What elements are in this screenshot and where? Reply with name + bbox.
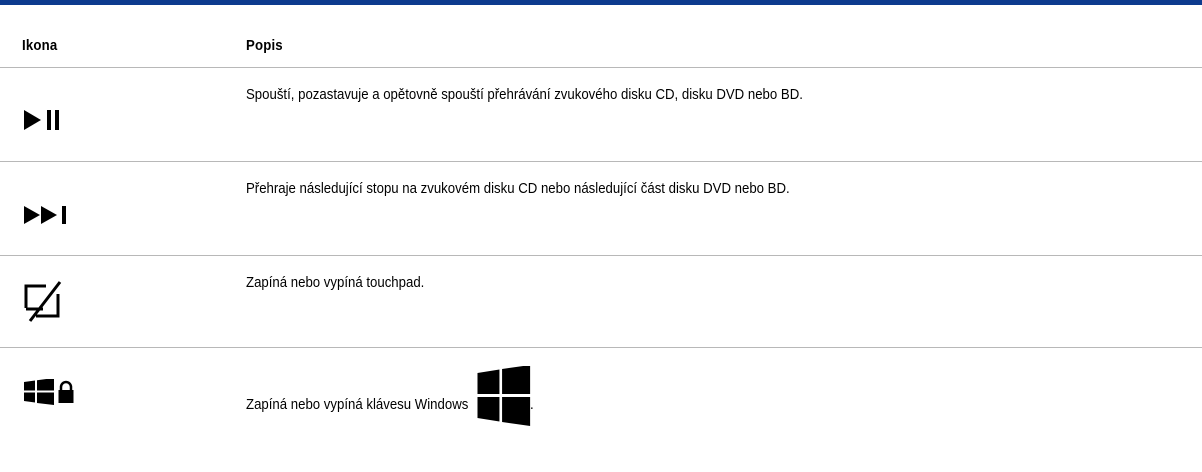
row-description: Zapíná nebo vypíná klávesu Windows .	[246, 366, 534, 426]
row-description: Zapíná nebo vypíná touchpad.	[246, 274, 425, 291]
table-row: Spouští, pozastavuje a opětovně spouští …	[0, 68, 1202, 162]
key-function-table: Ikona Popis Spouští, pozastavuje a opěto…	[0, 0, 1202, 439]
next-track-icon	[24, 206, 66, 224]
windows-lock-icon	[24, 379, 74, 405]
windows-logo-icon	[477, 366, 530, 426]
header-icon-column: Ikona	[22, 37, 58, 54]
table-row: Zapíná nebo vypíná klávesu Windows .	[0, 348, 1202, 439]
table-header-row: Ikona Popis	[0, 5, 1202, 68]
row-description: Spouští, pozastavuje a opětovně spouští …	[246, 86, 803, 103]
row-description: Přehraje následující stopu na zvukovém d…	[246, 180, 790, 197]
touchpad-toggle-icon	[24, 281, 62, 322]
row-description-text: Zapíná nebo vypíná klávesu Windows	[246, 395, 469, 413]
table-row: Přehraje následující stopu na zvukovém d…	[0, 162, 1202, 256]
table-row: Zapíná nebo vypíná touchpad.	[0, 256, 1202, 348]
row-description-suffix: .	[529, 395, 534, 413]
header-description-column: Popis	[246, 37, 283, 54]
play-pause-icon	[24, 110, 59, 130]
